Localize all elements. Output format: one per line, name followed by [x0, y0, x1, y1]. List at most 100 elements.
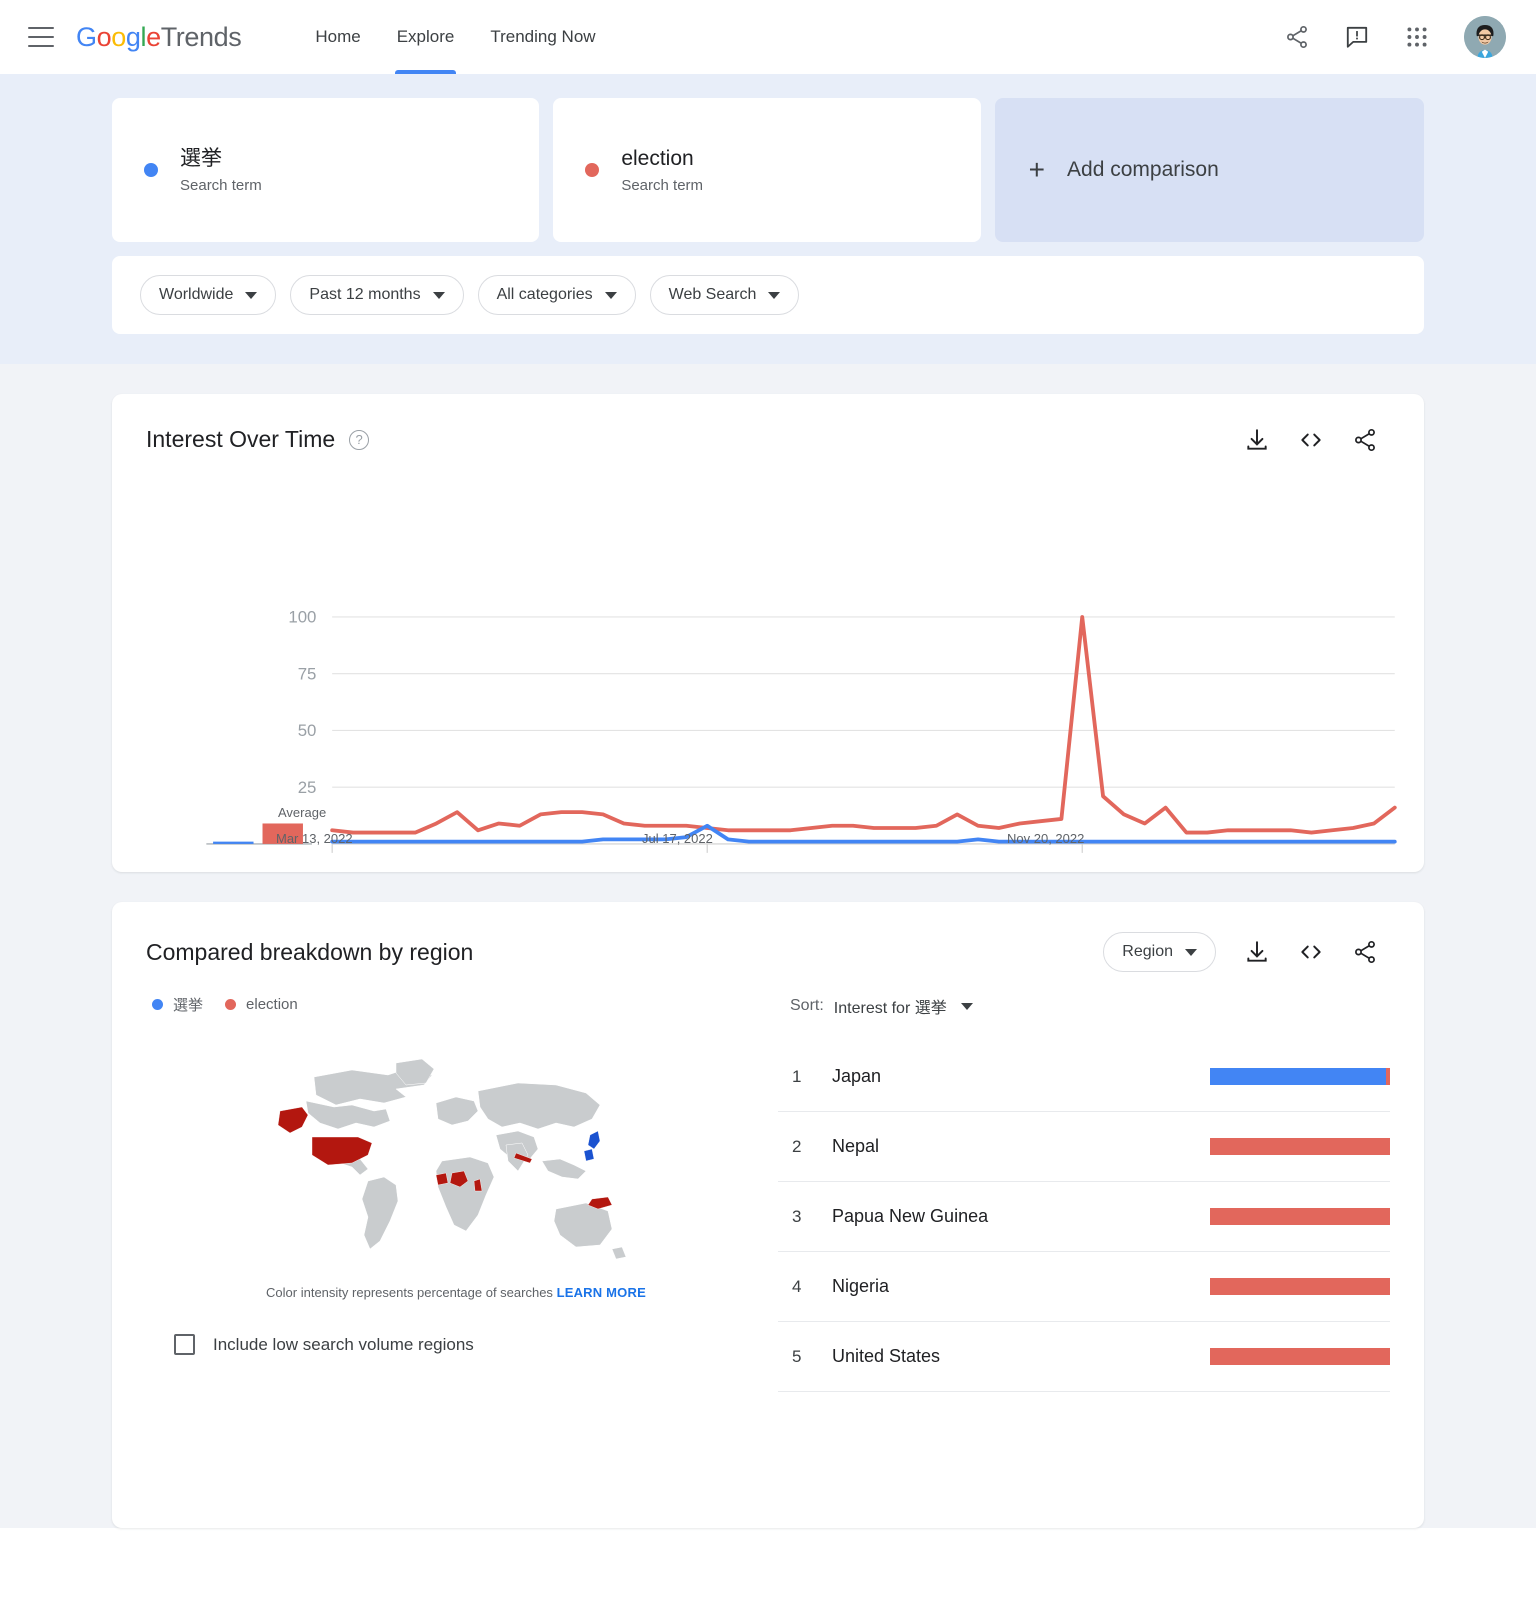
region-name: Nepal — [832, 1136, 880, 1156]
region-share-bar — [1210, 1138, 1390, 1155]
chevron-down-icon — [604, 291, 617, 299]
legend-item-1: 選挙 — [152, 994, 203, 1015]
filter-category-dropdown[interactable]: All categories — [477, 275, 636, 315]
nav-item-explore[interactable]: Explore — [379, 0, 473, 74]
filter-category-label: All categories — [496, 286, 593, 303]
add-comparison-button[interactable]: + Add comparison — [994, 98, 1424, 242]
interest-over-time-actions — [1244, 427, 1378, 453]
logo-letter-o2: o — [111, 21, 126, 52]
legend-item-2: election — [225, 996, 298, 1013]
main-nav: Home Explore Trending Now — [297, 0, 613, 74]
sort-control: Sort: Interest for 選挙 — [778, 994, 1390, 1018]
bar-segment-red — [1210, 1138, 1390, 1155]
x-axis-tick-0: Mar 13, 2022 — [276, 831, 353, 846]
table-row[interactable]: 5 United States — [778, 1322, 1390, 1392]
region-name: Nigeria — [832, 1276, 890, 1296]
region-list-column: Sort: Interest for 選挙 1 Japan 2 Nepal 3 Papua… — [766, 994, 1390, 1392]
avatar[interactable] — [1464, 16, 1506, 58]
region-rank: 1 — [792, 1066, 802, 1086]
learn-more-link[interactable]: LEARN MORE — [557, 1285, 646, 1300]
filter-time-label: Past 12 months — [309, 286, 421, 303]
apps-grid-icon[interactable] — [1404, 24, 1430, 50]
legend-label-1: 選挙 — [173, 997, 204, 1014]
bar-segment-red — [1210, 1278, 1390, 1295]
legend-dot-red — [225, 999, 237, 1010]
bar-segment-red — [1386, 1068, 1390, 1085]
google-trends-logo[interactable]: GoogleTrends — [76, 21, 242, 53]
table-row[interactable]: 3 Papua New Guinea — [778, 1182, 1390, 1252]
x-axis-tick-1: Jul 17, 2022 — [642, 831, 713, 846]
filter-search-type-dropdown[interactable]: Web Search — [649, 275, 800, 315]
region-rank: 3 — [792, 1206, 802, 1226]
search-term-2-label: election — [621, 146, 694, 170]
embed-code-icon[interactable] — [1298, 427, 1324, 453]
term-color-dot-blue — [144, 163, 158, 177]
table-row[interactable]: 1 Japan — [778, 1042, 1390, 1112]
download-icon[interactable] — [1244, 427, 1270, 453]
region-share-bar — [1210, 1348, 1390, 1365]
page-title: Interest Over Time — [146, 426, 336, 452]
chevron-down-icon — [960, 1002, 973, 1010]
table-row[interactable]: 2 Nepal — [778, 1112, 1390, 1182]
filter-location-dropdown[interactable]: Worldwide — [140, 275, 277, 315]
map-highlight-blue — [583, 1130, 601, 1162]
svg-text:50: 50 — [298, 721, 317, 740]
search-term-card-2[interactable]: election Search term — [553, 98, 981, 242]
plus-icon: + — [1028, 154, 1046, 185]
nav-item-home[interactable]: Home — [297, 0, 378, 74]
search-term-1-type: Search term — [180, 177, 262, 195]
interest-over-time-plot: 100 75 50 25 — [206, 608, 1397, 853]
include-low-volume-label: Include low search volume regions — [213, 1334, 474, 1354]
interest-over-time-header: Interest Over Time ? — [112, 394, 1424, 453]
low-volume-checkbox-row[interactable]: Include low search volume regions — [146, 1334, 766, 1355]
logo-word-trends: Trends — [160, 21, 242, 52]
region-breakdown-card: Compared breakdown by region Region 選挙 e… — [112, 902, 1424, 1528]
top-navigation-bar: GoogleTrends Home Explore Trending Now — [0, 0, 1536, 74]
search-term-1-label: 選挙 — [180, 146, 222, 170]
svg-text:25: 25 — [298, 778, 317, 797]
share-icon[interactable] — [1284, 24, 1310, 50]
feedback-icon[interactable] — [1344, 24, 1370, 50]
map-note-text: Color intensity represents percentage of… — [266, 1285, 553, 1300]
world-map[interactable] — [146, 1049, 766, 1279]
region-rank: 2 — [792, 1136, 802, 1156]
chevron-down-icon — [432, 291, 445, 299]
legend-dot-blue — [152, 999, 163, 1010]
map-legend: 選挙 election — [146, 994, 766, 1015]
interest-over-time-card: Interest Over Time ? 100 75 50 25 Averag… — [112, 394, 1424, 872]
region-name: United States — [832, 1346, 941, 1366]
filter-bar: Worldwide Past 12 months All categories … — [112, 256, 1424, 334]
chevron-down-icon — [768, 291, 781, 299]
region-share-bar — [1210, 1208, 1390, 1225]
nav-item-trending-now[interactable]: Trending Now — [472, 0, 613, 74]
page-body: Interest Over Time ? 100 75 50 25 Averag… — [0, 364, 1536, 1528]
bar-segment-red — [1210, 1348, 1390, 1365]
x-axis-tick-2: Nov 20, 2022 — [1007, 831, 1085, 846]
filter-time-dropdown[interactable]: Past 12 months — [290, 275, 464, 315]
world-map-svg — [277, 1058, 627, 1260]
hamburger-menu-icon[interactable] — [28, 27, 54, 47]
bar-segment-red — [1210, 1208, 1390, 1225]
logo-letter-e: e — [146, 21, 161, 52]
map-column: 選挙 election Color intensity represents p… — [146, 994, 766, 1392]
term-color-dot-red — [585, 163, 600, 177]
filter-location-label: Worldwide — [159, 286, 234, 303]
include-low-volume-checkbox[interactable] — [174, 1334, 195, 1355]
table-row[interactable]: 4 Nigeria — [778, 1252, 1390, 1322]
sort-label: Sort: — [790, 997, 824, 1014]
region-rank: 5 — [792, 1346, 802, 1366]
logo-letter-o1: o — [96, 21, 112, 52]
svg-text:100: 100 — [288, 608, 316, 627]
region-share-bar — [1210, 1278, 1390, 1295]
query-header-band: 選挙 Search term election Search term + Ad… — [0, 74, 1536, 364]
search-term-card-1[interactable]: 選挙 Search term — [112, 98, 540, 242]
logo-letter-g: G — [76, 21, 97, 52]
svg-text:75: 75 — [298, 664, 317, 683]
chevron-down-icon — [245, 291, 258, 299]
interest-over-time-chart[interactable]: 100 75 50 25 Average Mar 13, 2022 Jul 17, 2… — [112, 453, 1424, 923]
add-comparison-label: Add comparison — [1067, 158, 1219, 181]
region-rank: 4 — [792, 1276, 802, 1296]
share-icon[interactable] — [1352, 427, 1378, 453]
help-icon[interactable]: ? — [349, 429, 370, 450]
sort-dropdown[interactable]: Interest for 選挙 — [834, 994, 973, 1018]
